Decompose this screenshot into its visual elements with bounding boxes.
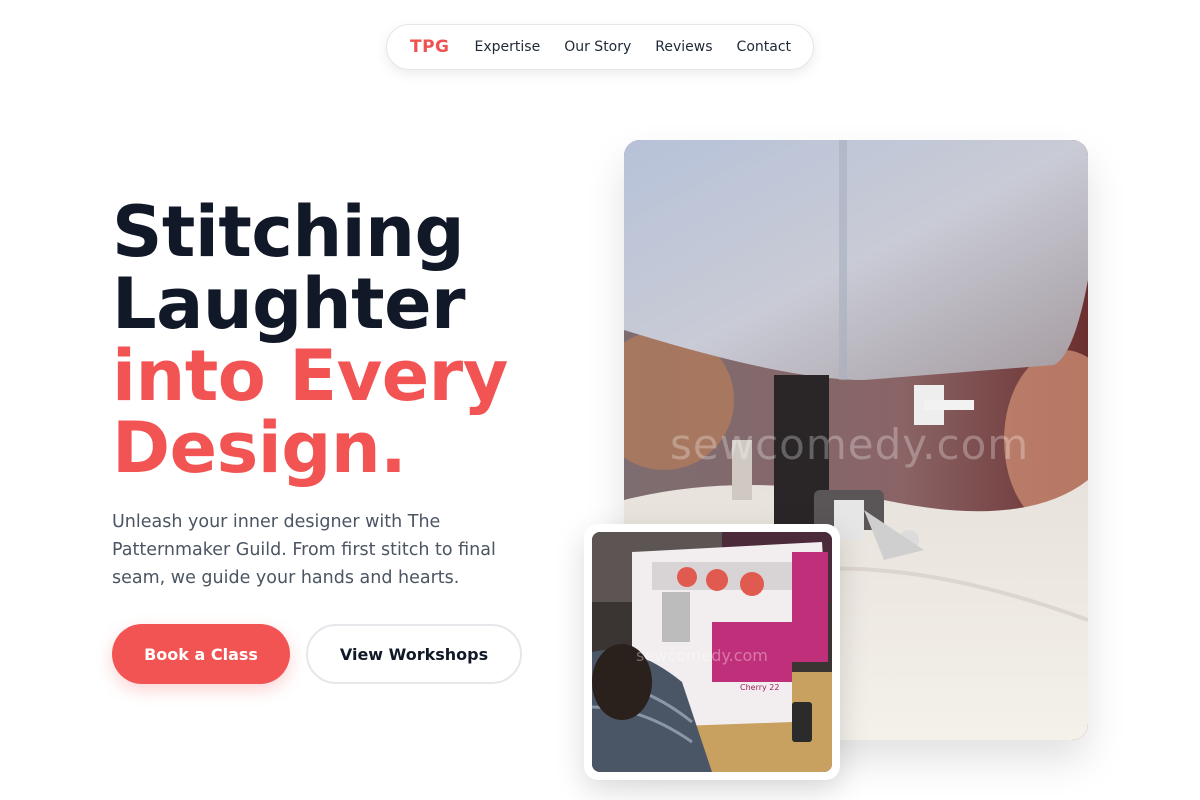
book-class-button[interactable]: Book a Class — [112, 624, 290, 684]
inset-sewing-machine-image: Cherry 22 sewcomedy.com — [592, 532, 832, 772]
nav-link-contact[interactable]: Contact — [737, 39, 791, 55]
headline-line-4: Design. — [112, 407, 407, 489]
logo[interactable]: TPG — [410, 37, 450, 57]
top-nav: TPG Expertise Our Story Reviews Contact — [386, 24, 814, 70]
inset-image-card: Cherry 22 sewcomedy.com — [584, 524, 840, 780]
view-workshops-button[interactable]: View Workshops — [306, 624, 522, 684]
nav-link-reviews[interactable]: Reviews — [655, 39, 712, 55]
headline-line-1: Stitching — [112, 191, 465, 273]
nav-link-our-story[interactable]: Our Story — [564, 39, 631, 55]
hero-lead-text: Unleash your inner designer with The Pat… — [112, 512, 496, 588]
machine-brand-label: Cherry 22 — [740, 683, 779, 692]
headline-line-2: Laughter — [112, 263, 466, 345]
headline-line-3: into Every — [112, 335, 508, 417]
main-image-watermark: sewcomedy.com — [670, 420, 1030, 469]
nav-link-expertise[interactable]: Expertise — [475, 39, 541, 55]
inset-image-watermark: sewcomedy.com — [636, 646, 768, 665]
hero-headline: Stitching Laughter into Every Design. — [112, 196, 592, 484]
